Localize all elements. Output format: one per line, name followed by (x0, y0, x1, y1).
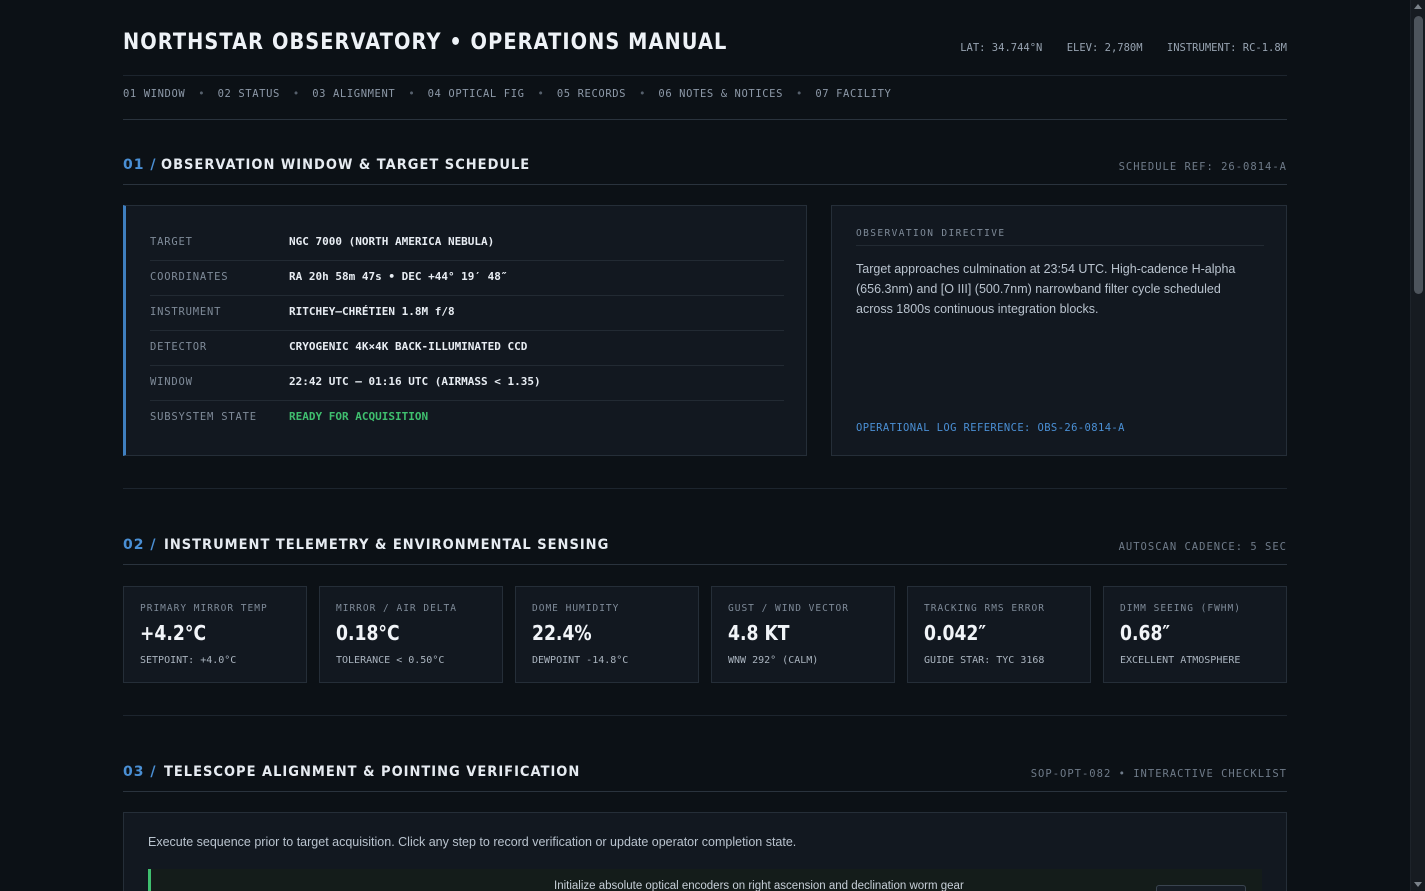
section-heading-alignment: 03 / TELESCOPE ALIGNMENT & POINTING VERI… (123, 764, 1287, 792)
section-divider (123, 715, 1287, 716)
row-value: RITCHEY–CHRÉTIEN 1.8M f/8 (289, 305, 455, 318)
schedule-row-coordinates: COORDINATES RA 20h 58m 47s • DEC +44° 19… (150, 261, 784, 296)
schedule-row-target: TARGET NGC 7000 (NORTH AMERICA NEBULA) (150, 226, 784, 261)
card-label: GUST / WIND VECTOR (728, 603, 849, 614)
nav-item-notes[interactable]: 06 NOTES & NOTICES (658, 88, 783, 100)
nav-item-facility[interactable]: 07 FACILITY (815, 88, 891, 100)
row-label: WINDOW (150, 376, 193, 388)
section-ref: AUTOSCAN CADENCE: 5 SEC (1118, 541, 1287, 553)
row-value: CRYOGENIC 4K×4K BACK-ILLUMINATED CCD (289, 340, 528, 353)
schedule-row-window: WINDOW 22:42 UTC – 01:16 UTC (AIRMASS < … (150, 366, 784, 401)
section-number: 01 / (123, 157, 157, 173)
scrollbar-thumb[interactable] (1414, 16, 1423, 294)
app-title: NORTHSTAR OBSERVATORY • OPERATIONS MANUA… (123, 30, 728, 55)
step-verify-button[interactable] (1156, 885, 1246, 891)
section-title: OBSERVATION WINDOW & TARGET SCHEDULE (161, 157, 531, 173)
card-value: 0.68″ (1120, 621, 1171, 645)
telemetry-card-seeing: DIMM SEEING (FWHM) 0.68″ EXCELLENT ATMOS… (1103, 586, 1287, 683)
row-value: NGC 7000 (NORTH AMERICA NEBULA) (289, 235, 495, 248)
schedule-row-detector: DETECTOR CRYOGENIC 4K×4K BACK-ILLUMINATE… (150, 331, 784, 366)
telemetry-card-wind: GUST / WIND VECTOR 4.8 KT WNW 292° (CALM… (711, 586, 895, 683)
schedule-row-subsystem-state: SUBSYSTEM STATE READY FOR ACQUISITION (150, 401, 784, 436)
card-value: 0.18°C (336, 621, 400, 645)
section-number: 02 / (123, 537, 157, 553)
nav-separator: • (796, 88, 803, 100)
section-number: 03 / (123, 764, 157, 780)
step-text: Initialize absolute optical encoders on … (554, 880, 964, 891)
header: NORTHSTAR OBSERVATORY • OPERATIONS MANUA… (123, 28, 1287, 62)
section-title: INSTRUMENT TELEMETRY & ENVIRONMENTAL SEN… (164, 537, 610, 553)
card-value: 4.8 KT (728, 621, 790, 645)
telemetry-card-mirror-temp: PRIMARY MIRROR TEMP +4.2°C SETPOINT: +4.… (123, 586, 307, 683)
nav-items: 01 WINDOW • 02 STATUS • 03 ALIGNMENT • 0… (123, 88, 891, 100)
section-ref: SOP-OPT-082 • INTERACTIVE CHECKLIST (1030, 768, 1287, 780)
directive-panel: OBSERVATION DIRECTIVE Target approaches … (831, 205, 1287, 456)
nav-item-alignment[interactable]: 03 ALIGNMENT (312, 88, 395, 100)
card-label: PRIMARY MIRROR TEMP (140, 603, 268, 614)
row-label: TARGET (150, 236, 193, 248)
nav-item-status[interactable]: 02 STATUS (218, 88, 280, 100)
schedule-row-instrument: INSTRUMENT RITCHEY–CHRÉTIEN 1.8M f/8 (150, 296, 784, 331)
card-sub: WNW 292° (CALM) (728, 655, 819, 666)
card-label: TRACKING RMS ERROR (924, 603, 1045, 614)
row-label: DETECTOR (150, 341, 207, 353)
nav-item-records[interactable]: 05 RECORDS (557, 88, 626, 100)
page: NORTHSTAR OBSERVATORY • OPERATIONS MANUA… (0, 0, 1425, 891)
card-sub: DEWPOINT -14.8°C (532, 655, 629, 666)
section-heading-window: 01 / OBSERVATION WINDOW & TARGET SCHEDUL… (123, 157, 1287, 185)
card-sub: EXCELLENT ATMOSPHERE (1120, 655, 1241, 666)
card-value: 22.4% (532, 621, 592, 645)
schedule-panel: TARGET NGC 7000 (NORTH AMERICA NEBULA) C… (123, 205, 807, 456)
elevation-readout: ELEV: 2,780M (1066, 42, 1143, 54)
status-ready: READY FOR ACQUISITION (289, 410, 429, 423)
nav-separator: • (408, 88, 415, 100)
telemetry-card-tracking-error: TRACKING RMS ERROR 0.042″ GUIDE STAR: TY… (907, 586, 1091, 683)
card-sub: TOLERANCE < 0.50°C (336, 655, 445, 666)
row-value: RA 20h 58m 47s • DEC +44° 19′ 48″ (289, 270, 508, 283)
card-label: DIMM SEEING (FWHM) (1120, 603, 1241, 614)
scroll-down-icon[interactable] (1414, 882, 1422, 887)
row-label: INSTRUMENT (150, 306, 222, 318)
alignment-checklist: Execute sequence prior to target acquisi… (123, 812, 1287, 891)
section-ref: SCHEDULE REF: 26-0814-A (1118, 161, 1287, 173)
card-label: MIRROR / AIR DELTA (336, 603, 457, 614)
nav-item-optical-fig[interactable]: 04 OPTICAL FIG (428, 88, 525, 100)
section-nav: 01 WINDOW • 02 STATUS • 03 ALIGNMENT • 0… (123, 75, 1287, 120)
scrollbar[interactable] (1410, 0, 1425, 891)
row-label: COORDINATES (150, 271, 229, 283)
nav-separator: • (198, 88, 205, 100)
card-sub: SETPOINT: +4.0°C (140, 655, 237, 666)
directive-label: OBSERVATION DIRECTIVE (856, 228, 1264, 246)
card-value: +4.2°C (140, 621, 207, 645)
card-label: DOME HUMIDITY (532, 603, 620, 614)
scroll-up-icon[interactable] (1414, 4, 1422, 9)
instrument-readout: INSTRUMENT: RC-1.8M (1166, 42, 1287, 54)
nav-separator: • (639, 88, 646, 100)
telemetry-cards: PRIMARY MIRROR TEMP +4.2°C SETPOINT: +4.… (123, 586, 1287, 683)
operational-log-link[interactable]: OPERATIONAL LOG REFERENCE: OBS-26-0814-A (856, 422, 1125, 434)
header-meta: LAT: 34.744°N ELEV: 2,780M INSTRUMENT: R… (942, 42, 1287, 54)
section-title: TELESCOPE ALIGNMENT & POINTING VERIFICAT… (164, 764, 581, 780)
telemetry-card-dome-humidity: DOME HUMIDITY 22.4% DEWPOINT -14.8°C (515, 586, 699, 683)
nav-separator: • (292, 88, 300, 100)
telemetry-card-mirror-air-delta: MIRROR / AIR DELTA 0.18°C TOLERANCE < 0.… (319, 586, 503, 683)
row-value: 22:42 UTC – 01:16 UTC (AIRMASS < 1.35) (289, 375, 541, 388)
card-value: 0.042″ (924, 621, 987, 645)
nav-item-window[interactable]: 01 WINDOW (123, 88, 185, 100)
directive-text: Target approaches culmination at 23:54 U… (856, 262, 1236, 316)
latitude-readout: LAT: 34.744°N (960, 42, 1043, 54)
card-sub: GUIDE STAR: TYC 3168 (924, 655, 1045, 666)
checklist-step-1[interactable]: Initialize absolute optical encoders on … (148, 869, 1262, 891)
row-label: SUBSYSTEM STATE (150, 411, 257, 423)
section-divider (123, 488, 1287, 489)
checklist-intro: Execute sequence prior to target acquisi… (148, 835, 797, 849)
nav-separator: • (537, 88, 544, 100)
section-heading-telemetry: 02 / INSTRUMENT TELEMETRY & ENVIRONMENTA… (123, 537, 1287, 565)
